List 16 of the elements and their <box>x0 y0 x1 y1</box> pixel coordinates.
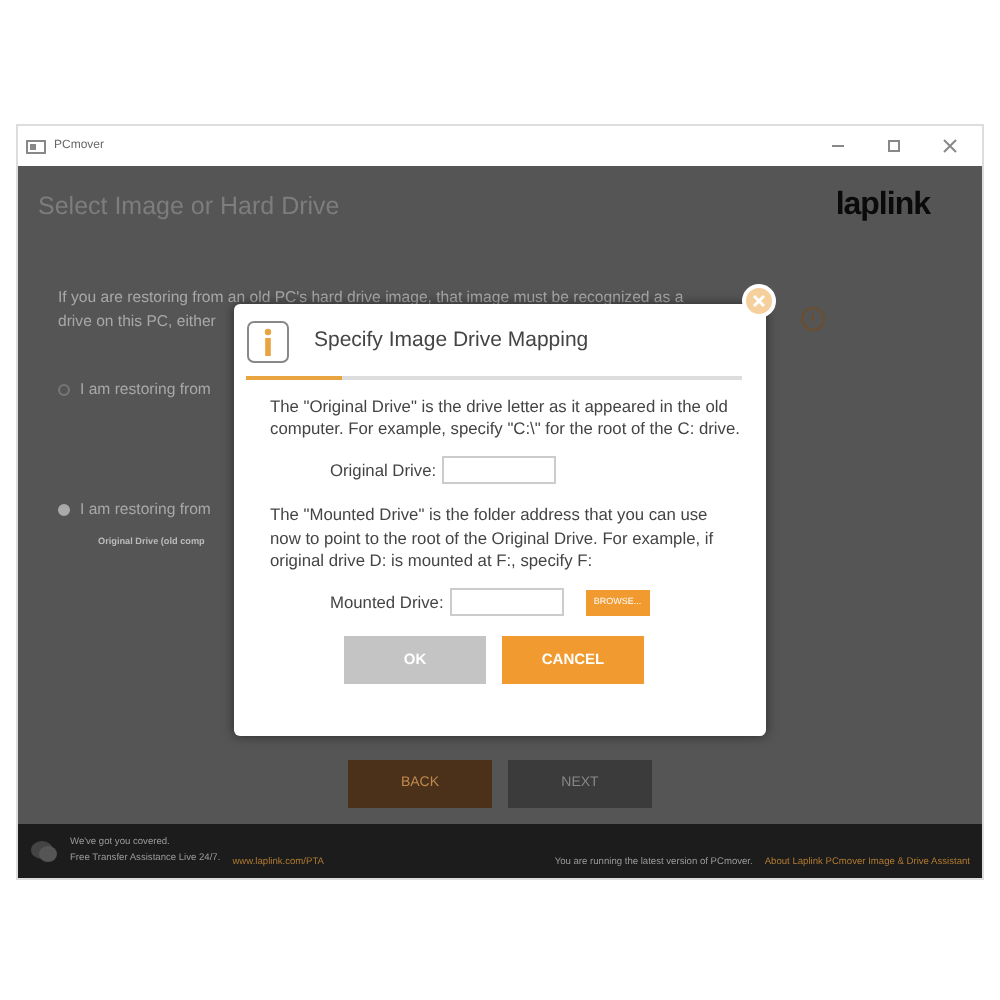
info-icon <box>246 320 290 364</box>
input-field[interactable] <box>442 456 557 485</box>
field-label: Original Drive: <box>330 458 437 484</box>
radio-button[interactable] <box>58 503 70 516</box>
close-icon[interactable] <box>942 138 958 154</box>
maximize-icon[interactable] <box>886 138 902 154</box>
radio-button[interactable] <box>58 383 70 396</box>
dialog-title: Specify Image Drive Mapping <box>314 326 589 357</box>
close-icon <box>752 294 766 308</box>
description-text: The "Mounted Drive" is the folder address that you can use now to point to the root of the Original Drive. For example, if original drive D: is mounted at F:, specify F: <box>268 504 716 573</box>
chat-icon <box>30 839 58 863</box>
app-icon <box>26 139 46 153</box>
logo: laplink <box>835 186 930 226</box>
description-text: The "Original Drive" is the drive letter as it appeared in the old computer. For example, specify "C:\" for the root of the C: drive. <box>268 396 742 441</box>
input-field[interactable] <box>449 588 564 617</box>
field-label: Mounted Drive: <box>330 589 444 615</box>
